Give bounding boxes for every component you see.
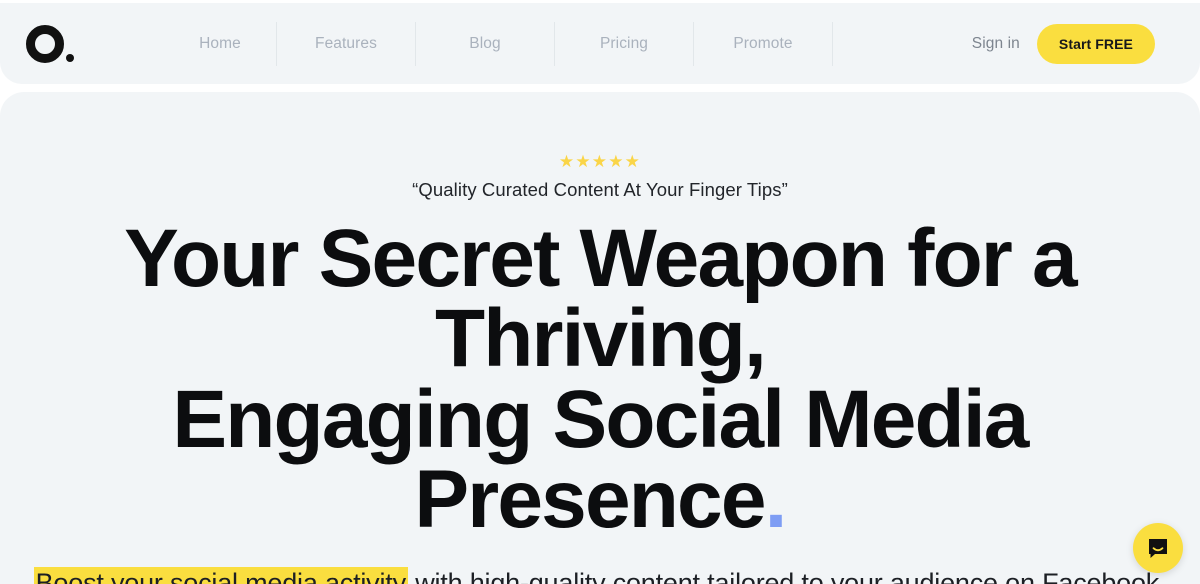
circle-logo-icon [26, 24, 64, 63]
nav-item-blog[interactable]: Blog [416, 22, 554, 66]
nav-divider [832, 21, 833, 66]
nav-item-home[interactable]: Home [164, 22, 276, 66]
chat-bubble-icon [1149, 539, 1167, 558]
start-free-button[interactable]: Start FREE [1036, 23, 1155, 64]
hero-headline: Your Secret Weapon for a Thriving, Engag… [0, 217, 1200, 540]
dot-logo-icon [66, 53, 74, 62]
hero-section: ★★★★★ “Quality Curated Content At Your F… [0, 92, 1200, 584]
hero-subheadline: Boost your social media activity with hi… [0, 567, 1200, 584]
nav-item-pricing[interactable]: Pricing [555, 22, 693, 66]
site-header: Home Features Blog Pricing Promote Sign … [0, 3, 1200, 84]
main-nav: Home Features Blog Pricing Promote [164, 21, 833, 66]
rating-stars: ★★★★★ [558, 152, 642, 171]
headline-accent-dot: . [764, 454, 788, 546]
chat-launcher-button[interactable] [1133, 523, 1183, 573]
landing-page: Home Features Blog Pricing Promote Sign … [0, 0, 1200, 584]
hero-tagline: “Quality Curated Content At Your Finger … [412, 179, 788, 200]
sign-in-link[interactable]: Sign in [972, 35, 1020, 53]
nav-item-promote[interactable]: Promote [694, 22, 832, 66]
brand-logo[interactable] [26, 21, 82, 67]
subhead-highlight: Boost your social media activity [33, 567, 408, 584]
nav-item-features[interactable]: Features [277, 22, 415, 66]
subhead-rest: with high-quality content tailored to yo… [415, 568, 1167, 584]
header-actions: Sign in Start FREE [972, 23, 1178, 64]
headline-line-1: Your Secret Weapon for a Thriving, [124, 213, 1077, 385]
headline-line-2: Engaging Social Media Presence [172, 373, 1029, 546]
